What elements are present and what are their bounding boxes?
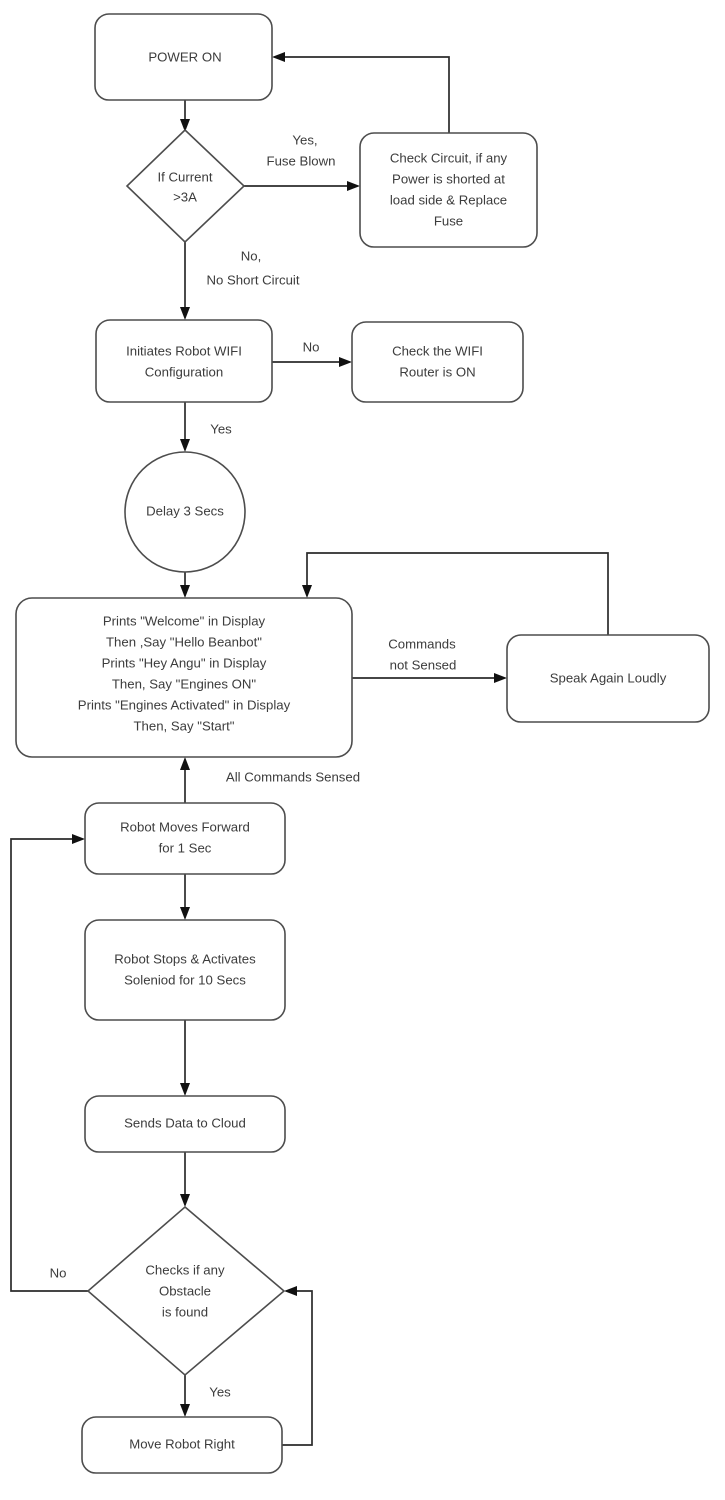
node-move-right[interactable]: Move Robot Right <box>81 1416 283 1474</box>
check-circuit-label-line3: load side & Replace <box>390 192 507 207</box>
edge-checkcircuit-to-power <box>272 52 450 133</box>
sends-data-label: Sends Data to Cloud <box>124 1115 246 1130</box>
edge-label-obstacle-no: No <box>50 1265 67 1280</box>
edge-obstacle-no-to-moveforward <box>10 834 88 1292</box>
edge-obstacle-yes-to-moveright <box>180 1375 190 1417</box>
node-power-on[interactable]: POWER ON <box>94 13 273 101</box>
if-current-shape[interactable] <box>125 128 246 244</box>
flowchart-svg: POWER ON If Current >3A Check Circuit, i… <box>10 13 710 1474</box>
edge-current-to-wifi <box>180 242 190 320</box>
check-router-label-line2: Router is ON <box>399 364 475 379</box>
prints-block-label-line1: Prints "Welcome" in Display <box>103 613 266 628</box>
robot-stops-label-line1: Robot Stops & Activates <box>114 951 256 966</box>
prints-block-label-line5: Prints "Engines Activated" in Display <box>78 697 291 712</box>
prints-block-label-line2: Then ,Say "Hello Beanbot" <box>106 634 262 649</box>
node-if-current[interactable]: If Current >3A <box>125 128 246 244</box>
node-move-forward[interactable]: Robot Moves Forward for 1 Sec <box>84 802 286 875</box>
power-on-label: POWER ON <box>148 49 221 64</box>
node-sends-data[interactable]: Sends Data to Cloud <box>84 1095 286 1153</box>
node-check-circuit[interactable]: Check Circuit, if any Power is shorted a… <box>359 132 538 248</box>
check-circuit-label-line2: Power is shorted at <box>392 171 505 186</box>
edge-label-commands-not-sensed-line2: not Sensed <box>390 657 457 672</box>
edge-label-yes-fuse-blown-line2: Fuse Blown <box>267 153 336 168</box>
move-forward-label-line2: for 1 Sec <box>159 840 212 855</box>
checks-obstacle-label-line3: is found <box>162 1304 208 1319</box>
move-forward-shape[interactable] <box>84 802 286 875</box>
edge-power-to-current <box>180 100 190 132</box>
node-check-router[interactable]: Check the WIFI Router is ON <box>351 321 524 403</box>
checks-obstacle-label-line1: Checks if any <box>145 1262 225 1277</box>
node-prints-block[interactable]: Prints "Welcome" in Display Then ,Say "H… <box>15 597 353 758</box>
edge-wifi-to-router <box>272 357 352 367</box>
edge-moveright-to-obstacle <box>282 1286 313 1446</box>
edge-label-obstacle-yes: Yes <box>209 1384 231 1399</box>
edge-label-commands-not-sensed-line1: Commands <box>388 636 456 651</box>
edge-label-all-commands-sensed: All Commands Sensed <box>226 769 360 784</box>
if-current-label-line2: >3A <box>173 189 197 204</box>
edge-label-yes-fuse-blown-line1: Yes, <box>292 132 317 147</box>
edge-moveforward-to-stops <box>180 874 190 920</box>
prints-block-label-line4: Then, Say "Engines ON" <box>112 676 257 691</box>
check-circuit-label-line4: Fuse <box>434 213 463 228</box>
initiates-wifi-shape[interactable] <box>95 319 273 403</box>
node-speak-again[interactable]: Speak Again Loudly <box>506 634 710 723</box>
node-robot-stops[interactable]: Robot Stops & Activates Soleniod for 10 … <box>84 919 286 1021</box>
edge-current-to-checkcircuit <box>244 181 360 191</box>
edge-label-wifi-yes: Yes <box>210 421 232 436</box>
robot-stops-label-line2: Soleniod for 10 Secs <box>124 972 246 987</box>
robot-stops-shape[interactable] <box>84 919 286 1021</box>
check-circuit-label-line1: Check Circuit, if any <box>390 150 508 165</box>
edge-wifi-to-delay <box>180 402 190 452</box>
edge-stops-to-sends <box>180 1020 190 1096</box>
edge-prints-to-speak <box>352 673 507 683</box>
check-router-shape[interactable] <box>351 321 524 403</box>
check-router-label-line1: Check the WIFI <box>392 343 483 358</box>
edge-label-no-short-circuit-line1: No, <box>241 248 262 263</box>
edge-delay-to-prints <box>180 572 190 598</box>
speak-again-label: Speak Again Loudly <box>550 670 667 685</box>
flowchart-canvas: POWER ON If Current >3A Check Circuit, i… <box>0 0 725 1500</box>
if-current-label-line1: If Current <box>158 169 213 184</box>
node-checks-obstacle[interactable]: Checks if any Obstacle is found <box>86 1205 286 1377</box>
prints-block-label-line3: Prints "Hey Angu" in Display <box>102 655 267 670</box>
edge-moveforward-to-prints <box>180 757 190 803</box>
initiates-wifi-label-line1: Initiates Robot WIFI <box>126 343 242 358</box>
node-delay[interactable]: Delay 3 Secs <box>124 451 246 573</box>
node-initiates-wifi[interactable]: Initiates Robot WIFI Configuration <box>95 319 273 403</box>
edge-label-no-short-circuit-line2: No Short Circuit <box>206 272 299 287</box>
edge-sends-to-obstacle <box>180 1152 190 1207</box>
move-forward-label-line1: Robot Moves Forward <box>120 819 250 834</box>
prints-block-label-line6: Then, Say "Start" <box>134 718 235 733</box>
edge-label-wifi-no: No <box>303 339 320 354</box>
initiates-wifi-label-line2: Configuration <box>145 364 223 379</box>
delay-label: Delay 3 Secs <box>146 503 224 518</box>
move-right-label: Move Robot Right <box>129 1436 235 1451</box>
checks-obstacle-label-line2: Obstacle <box>159 1283 211 1298</box>
